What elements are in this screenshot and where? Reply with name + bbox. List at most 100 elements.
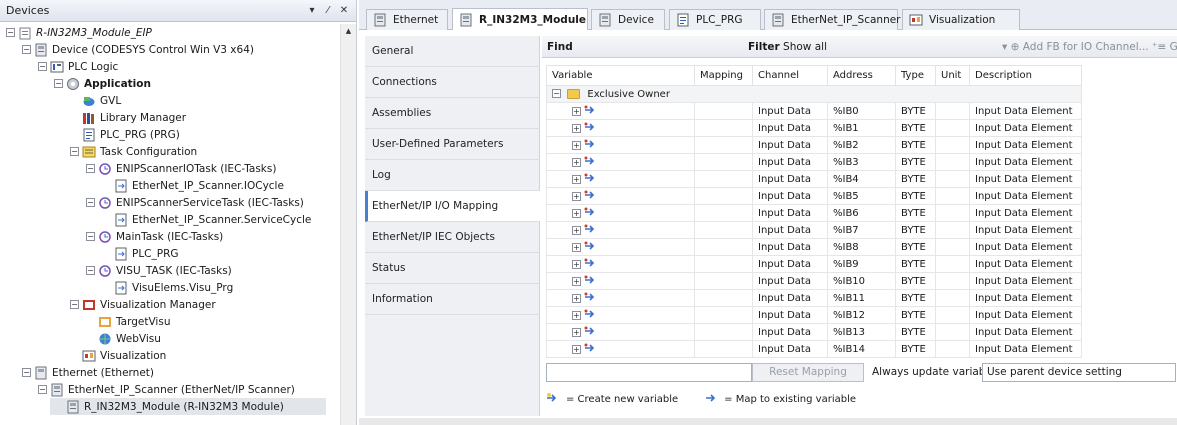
collapse-icon[interactable]: − xyxy=(552,89,561,98)
editor-tab[interactable]: EtherNet_IP_Scanner xyxy=(764,9,901,30)
editor-horizontal-scrollbar[interactable] xyxy=(359,418,1177,425)
col-unit[interactable]: Unit xyxy=(935,65,970,86)
expand-icon[interactable]: + xyxy=(572,140,581,150)
collapse-icon[interactable]: − xyxy=(38,62,47,71)
expand-icon[interactable]: + xyxy=(572,259,581,269)
col-channel[interactable]: Channel xyxy=(752,65,828,86)
table-row[interactable]: + Input Data %IB3 BYTE Input Data Element xyxy=(546,153,1082,171)
tree-item[interactable]: − VISU_TASK (IEC-Tasks) xyxy=(86,262,232,279)
variable-cell[interactable]: + xyxy=(546,170,695,188)
tree-item[interactable]: − Visualization Manager xyxy=(70,296,216,313)
variable-cell[interactable]: + xyxy=(546,306,695,324)
tree-item[interactable]: − MainTask (IEC-Tasks) xyxy=(86,228,223,245)
variable-cell[interactable]: + xyxy=(546,238,695,256)
table-row[interactable]: + Input Data %IB14 BYTE Input Data Element xyxy=(546,340,1082,358)
scroll-up-icon[interactable]: ▲ xyxy=(341,24,356,38)
devices-scrollbar[interactable]: ▲ xyxy=(340,24,356,425)
mapping-search-field[interactable] xyxy=(546,362,752,382)
expand-icon[interactable]: + xyxy=(572,327,581,337)
variable-cell[interactable]: + xyxy=(546,289,695,307)
tree-item[interactable]: − Device (CODESYS Control Win V3 x64) xyxy=(22,41,254,58)
variable-cell[interactable]: + xyxy=(546,255,695,273)
variable-cell[interactable]: + xyxy=(546,323,695,341)
tree-item[interactable]: TargetVisu xyxy=(86,313,170,330)
tree-item[interactable]: EtherNet_IP_Scanner.ServiceCycle xyxy=(102,211,311,228)
expand-icon[interactable]: + xyxy=(572,191,581,201)
table-row[interactable]: + Input Data %IB2 BYTE Input Data Element xyxy=(546,136,1082,154)
side-tab[interactable]: Connections xyxy=(365,67,540,98)
variable-cell[interactable]: + xyxy=(546,221,695,239)
table-row[interactable]: + Input Data %IB8 BYTE Input Data Element xyxy=(546,238,1082,256)
expand-icon[interactable]: + xyxy=(572,344,581,354)
variable-cell[interactable]: + xyxy=(546,272,695,290)
expand-icon[interactable]: + xyxy=(572,208,581,218)
close-icon[interactable]: ✕ xyxy=(336,5,352,16)
editor-tab[interactable]: Visualization xyxy=(902,9,1020,30)
side-tab[interactable]: Information xyxy=(365,284,540,315)
update-setting-select[interactable]: Use parent device setting xyxy=(982,362,1176,382)
tree-item[interactable]: GVL xyxy=(70,92,121,109)
table-row[interactable]: + Input Data %IB5 BYTE Input Data Element xyxy=(546,187,1082,205)
table-row[interactable]: + Input Data %IB4 BYTE Input Data Element xyxy=(546,170,1082,188)
side-tab[interactable]: User-Defined Parameters xyxy=(365,129,540,160)
collapse-icon[interactable]: − xyxy=(70,300,79,309)
tree-item[interactable]: − Ethernet (Ethernet) xyxy=(22,364,154,381)
expand-icon[interactable]: + xyxy=(572,293,581,303)
tree-item[interactable]: Visualization xyxy=(70,347,166,364)
collapse-icon[interactable]: − xyxy=(70,147,79,156)
table-row[interactable]: + Input Data %IB10 BYTE Input Data Element xyxy=(546,272,1082,290)
expand-icon[interactable]: + xyxy=(572,157,581,167)
variable-cell[interactable]: + xyxy=(546,119,695,137)
collapse-icon[interactable]: − xyxy=(54,79,63,88)
table-row[interactable]: + Input Data %IB9 BYTE Input Data Element xyxy=(546,255,1082,273)
expand-icon[interactable]: + xyxy=(572,123,581,133)
editor-tab[interactable]: PLC_PRG xyxy=(669,9,761,30)
editor-tab[interactable]: R_IN32M3_Module✕ xyxy=(452,8,601,30)
tree-item[interactable]: − Task Configuration xyxy=(70,143,197,160)
tree-item[interactable]: − ENIPScannerServiceTask (IEC-Tasks) xyxy=(86,194,304,211)
tree-item[interactable]: PLC_PRG (PRG) xyxy=(70,126,180,143)
table-row[interactable]: + Input Data %IB7 BYTE Input Data Element xyxy=(546,221,1082,239)
tree-item[interactable]: − R-IN32M3_Module_EIP xyxy=(6,24,152,41)
tree-item[interactable]: − ENIPScannerIOTask (IEC-Tasks) xyxy=(86,160,276,177)
collapse-icon[interactable]: − xyxy=(6,28,15,37)
table-row[interactable]: + Input Data %IB1 BYTE Input Data Element xyxy=(546,119,1082,137)
side-tab[interactable]: EtherNet/IP I/O Mapping xyxy=(365,191,540,222)
reset-mapping-button[interactable]: Reset Mapping xyxy=(752,362,864,382)
col-address[interactable]: Address xyxy=(827,65,896,86)
tree-item[interactable]: R_IN32M3_Module (R-IN32M3 Module) xyxy=(50,398,326,415)
variable-cell[interactable]: + xyxy=(546,102,695,120)
table-row[interactable]: + Input Data %IB12 BYTE Input Data Element xyxy=(546,306,1082,324)
col-description[interactable]: Description xyxy=(969,65,1082,86)
col-type[interactable]: Type xyxy=(895,65,936,86)
tree-item[interactable]: WebVisu xyxy=(86,330,161,347)
collapse-icon[interactable]: − xyxy=(22,368,31,377)
group-row[interactable]: − Exclusive Owner xyxy=(546,85,1082,103)
expand-icon[interactable]: + xyxy=(572,276,581,286)
side-tab[interactable]: Assemblies xyxy=(365,98,540,129)
expand-icon[interactable]: + xyxy=(572,106,581,116)
tree-item[interactable]: − Application xyxy=(54,75,151,92)
editor-tab[interactable]: Device xyxy=(591,9,665,30)
expand-icon[interactable]: + xyxy=(572,310,581,320)
variable-cell[interactable]: + xyxy=(546,204,695,222)
filter-dropdown[interactable]: Filter Show all xyxy=(748,41,827,53)
collapse-icon[interactable]: − xyxy=(86,232,95,241)
expand-icon[interactable]: + xyxy=(572,225,581,235)
variable-cell[interactable]: + xyxy=(546,187,695,205)
col-variable[interactable]: Variable xyxy=(546,65,695,86)
collapse-icon[interactable]: − xyxy=(86,266,95,275)
side-tab[interactable]: Log xyxy=(365,160,540,191)
col-mapping[interactable]: Mapping xyxy=(694,65,753,86)
panel-menu-icon[interactable]: ▾ xyxy=(304,5,320,16)
add-fb-button[interactable]: ▾ ⊕ Add FB for IO Channel... ⁺≡ Go xyxy=(1002,41,1177,53)
variable-cell[interactable]: + xyxy=(546,153,695,171)
expand-icon[interactable]: + xyxy=(572,242,581,252)
variable-cell[interactable]: + xyxy=(546,340,695,358)
table-row[interactable]: + Input Data %IB0 BYTE Input Data Element xyxy=(546,102,1082,120)
table-row[interactable]: + Input Data %IB6 BYTE Input Data Element xyxy=(546,204,1082,222)
pin-icon[interactable]: ⁄ xyxy=(320,5,336,16)
side-tab[interactable]: EtherNet/IP IEC Objects xyxy=(365,222,540,253)
side-tab[interactable]: Status xyxy=(365,253,540,284)
expand-icon[interactable]: + xyxy=(572,174,581,184)
